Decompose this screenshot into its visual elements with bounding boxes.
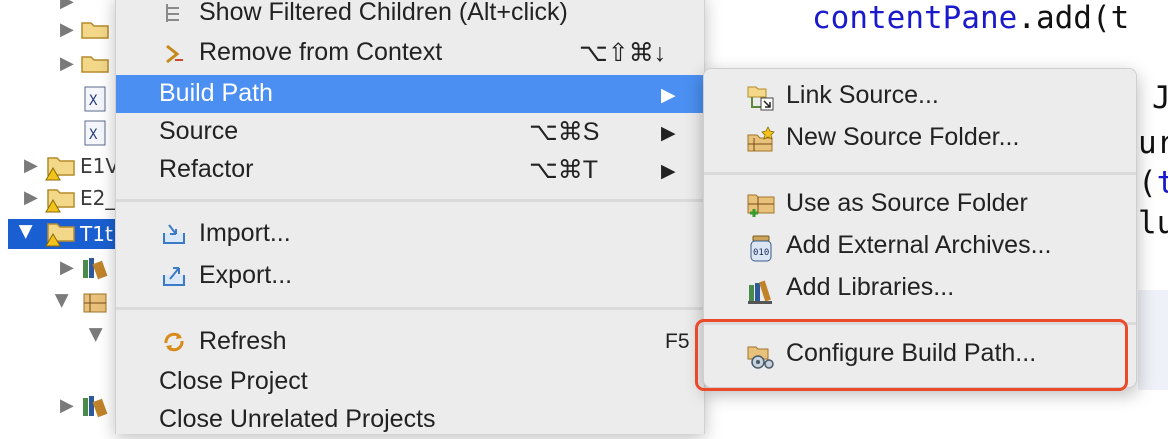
code-text: ur (1138, 125, 1168, 161)
menu-item-shortcut: ⌥⌘T (529, 156, 599, 184)
use-source-folder-icon (747, 194, 775, 217)
submenu-item-label: Add Libraries... (786, 273, 955, 301)
warning-project-folder-icon (45, 189, 75, 213)
xml-file-icon: X (84, 86, 106, 112)
code-text: .add(t (1017, 0, 1130, 36)
svg-text:010: 010 (753, 248, 769, 258)
menu-item-export[interactable]: Export... (116, 257, 704, 295)
menu-item-label: Import... (199, 219, 291, 247)
menu-separator (116, 307, 704, 310)
menu-item-shortcut: F5 (665, 330, 690, 353)
menu-item-refresh[interactable]: Refresh F5 (116, 323, 704, 361)
import-icon (163, 224, 185, 244)
expand-arrow-icon[interactable]: ▶ (60, 0, 74, 10)
library-icon (83, 258, 108, 280)
code-keyword: t (1156, 165, 1168, 201)
submenu-item-label: Link Source... (786, 81, 939, 109)
expand-arrow-icon[interactable]: ▶ (60, 258, 74, 276)
expand-arrow-icon[interactable]: ▶ (60, 20, 74, 38)
folder-icon (81, 22, 109, 39)
code-text: ( (1138, 165, 1157, 201)
context-menu: Show Filtered Children (Alt+click) Remov… (115, 0, 705, 434)
menu-item-build-path[interactable]: Build Path ▶ (116, 75, 704, 113)
project-explorer: ▶ ▶ ▶ X X ▶ E1V ▶ E2_ ▶ T1t ▶ ▶ ▶ ▶ (0, 0, 120, 418)
submenu-arrow-icon: ▶ (661, 85, 676, 106)
menu-item-label: Build Path (159, 79, 273, 107)
code-line: contentPane.add(t (812, 0, 1129, 36)
menu-separator (116, 199, 704, 202)
refresh-icon (164, 332, 184, 352)
menu-item-remove-from-context[interactable]: Remove from Context ⌥⇧⌘↓ (116, 34, 704, 72)
submenu-arrow-icon: ▶ (661, 123, 676, 144)
submenu-item-use-as-source-folder[interactable]: Use as Source Folder (704, 186, 1136, 224)
submenu-item-label: New Source Folder... (786, 123, 1020, 151)
submenu-item-new-source-folder[interactable]: New Source Folder... (704, 120, 1136, 158)
remove-context-icon (166, 44, 183, 64)
submenu-arrow-icon: ▶ (661, 161, 676, 182)
menu-item-label: Close Unrelated Projects (159, 405, 436, 433)
project-label[interactable]: T1t (80, 222, 113, 246)
submenu-item-add-libraries[interactable]: Add Libraries... (704, 270, 1136, 308)
submenu-item-label: Use as Source Folder (786, 189, 1028, 217)
menu-item-shortcut: ⌥⌘S (529, 118, 600, 146)
menu-item-label: Close Project (159, 367, 308, 395)
svg-text:X: X (89, 127, 98, 143)
code-line: ur (1138, 125, 1168, 161)
menu-item-label: Source (159, 117, 239, 145)
expand-arrow-icon[interactable]: ▶ (60, 396, 74, 414)
code-line: lu (1138, 205, 1168, 241)
menu-item-label: Show Filtered Children (Alt+click) (199, 0, 568, 26)
menu-item-show-filtered-children[interactable]: Show Filtered Children (Alt+click) (116, 0, 704, 32)
collapse-arrow-icon[interactable]: ▶ (53, 294, 73, 308)
editor-current-line-band (1138, 290, 1168, 390)
submenu-item-link-source[interactable]: Link Source... (704, 78, 1136, 116)
code-text: lu (1138, 205, 1168, 241)
project-label[interactable]: E1V (80, 154, 119, 178)
warning-project-folder-icon (45, 157, 75, 181)
expand-arrow-icon[interactable]: ▶ (24, 156, 38, 174)
folder-icon (81, 56, 109, 73)
menu-item-label: Refactor (159, 155, 254, 183)
collapse-arrow-icon[interactable]: ▶ (87, 328, 107, 342)
code-line: (t (1138, 165, 1168, 201)
menu-item-source[interactable]: Source ⌥⌘S ▶ (116, 113, 704, 151)
code-keyword: contentPane (812, 0, 1018, 36)
menu-item-refactor[interactable]: Refactor ⌥⌘T ▶ (116, 151, 704, 189)
menu-separator (704, 172, 1136, 175)
warning-project-folder-icon (45, 223, 75, 247)
code-line: J (1152, 80, 1168, 116)
project-label[interactable]: E2_ (80, 186, 115, 210)
submenu-item-label: Add External Archives... (786, 231, 1052, 259)
svg-text:X: X (89, 93, 98, 109)
expand-arrow-icon[interactable]: ▶ (60, 54, 74, 72)
source-package-icon (83, 293, 107, 313)
menu-item-close-unrelated-projects[interactable]: Close Unrelated Projects (116, 401, 704, 439)
jar-archive-icon: 010 (750, 235, 772, 262)
new-source-folder-icon (747, 126, 775, 152)
menu-item-label: Remove from Context (199, 38, 443, 66)
export-icon (163, 267, 185, 286)
menu-item-shortcut: ⌥⇧⌘↓ (579, 39, 667, 67)
xml-file-icon: X (84, 120, 106, 146)
code-text: J (1152, 80, 1168, 116)
menu-item-label: Export... (199, 261, 293, 289)
libraries-icon (748, 280, 772, 304)
menu-item-import[interactable]: Import... (116, 215, 704, 253)
submenu-item-add-external-archives[interactable]: 010 Add External Archives... (704, 228, 1136, 266)
link-source-icon (747, 86, 774, 111)
expand-arrow-icon[interactable]: ▶ (24, 188, 38, 206)
filter-icon (166, 4, 179, 22)
collapse-arrow-icon[interactable]: ▶ (17, 225, 37, 239)
emphasis-highlight-box (695, 319, 1128, 391)
menu-item-label: Refresh (199, 327, 287, 355)
library-icon (83, 396, 108, 418)
menu-item-close-project[interactable]: Close Project (116, 363, 704, 401)
